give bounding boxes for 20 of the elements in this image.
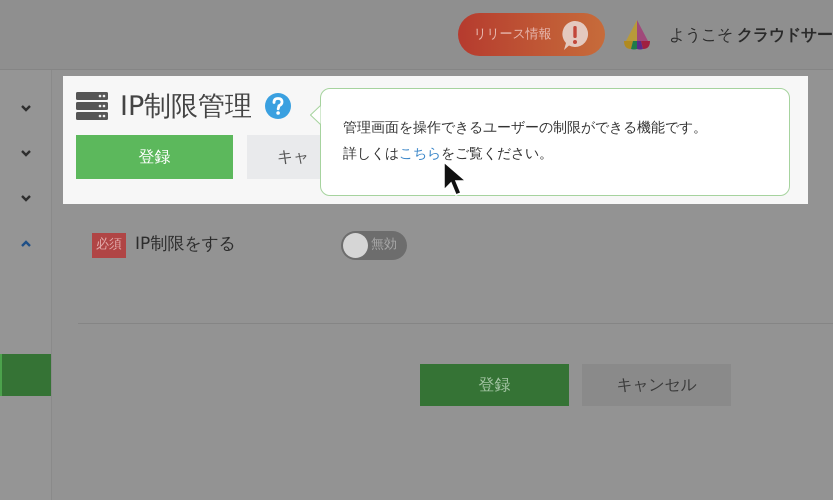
page-title: IP制限管理 [120, 92, 252, 120]
tooltip-description: 管理画面を操作できるユーザーの制限ができる機能です。 [343, 119, 708, 138]
register-button[interactable]: 登録 [420, 364, 569, 406]
help-icon[interactable] [264, 92, 292, 120]
logo-icon [621, 18, 653, 50]
register-button[interactable]: 登録 [76, 135, 233, 179]
chevron-down-icon[interactable] [20, 105, 30, 112]
chevron-down-icon[interactable] [20, 150, 30, 157]
user-name: クラウドサー [737, 24, 833, 46]
toggle-switch[interactable]: 無効 [341, 230, 407, 260]
required-badge: 必須 [92, 232, 126, 258]
cancel-button[interactable]: キャンセル [582, 364, 731, 406]
field-label: IP制限をする [135, 233, 236, 256]
greeting-text: ようこそ [669, 24, 733, 46]
details-link[interactable]: こちら [399, 146, 441, 162]
release-info-button[interactable]: リリース情報 [458, 13, 605, 56]
chevron-up-icon[interactable] [20, 240, 30, 247]
speech-bubble-icon [560, 18, 590, 50]
chevron-down-icon[interactable] [20, 195, 30, 202]
server-icon [76, 92, 108, 120]
